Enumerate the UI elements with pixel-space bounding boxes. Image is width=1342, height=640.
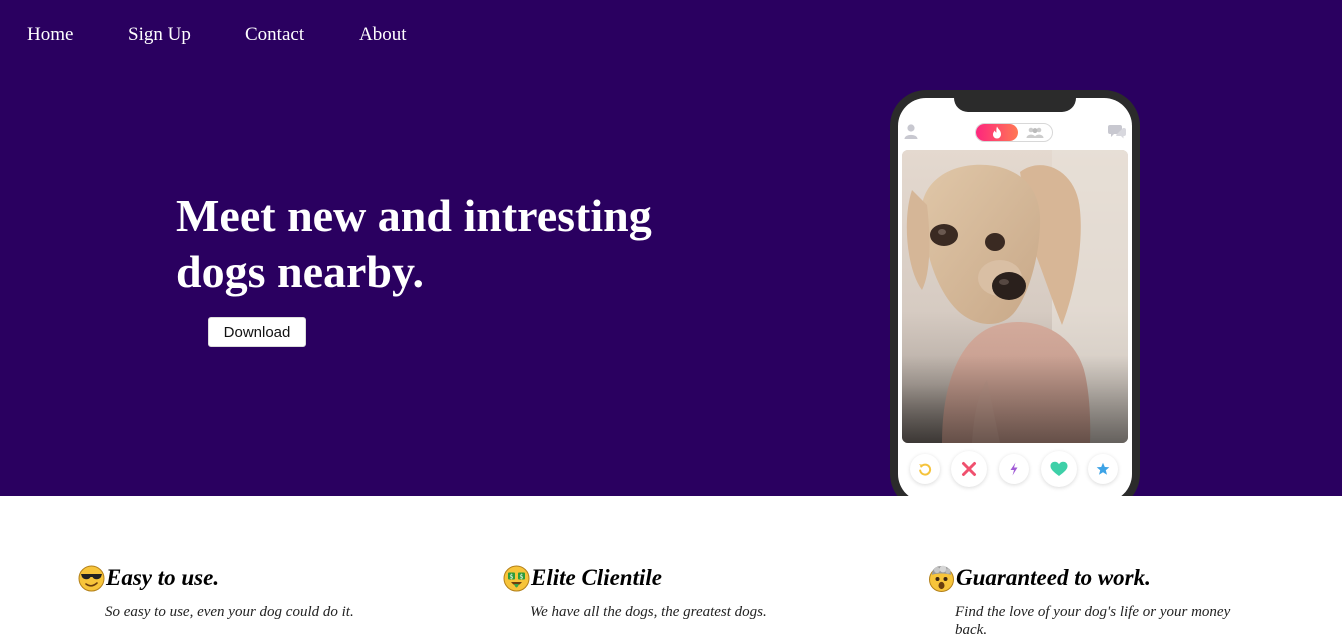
rewind-icon: [919, 463, 932, 476]
phone-mockup: [890, 90, 1140, 496]
money-face-emoji: $ $: [503, 565, 530, 592]
nav-sign-up[interactable]: Sign Up: [128, 24, 191, 46]
like-button[interactable]: [1041, 451, 1077, 487]
feature-text: We have all the dogs, the greatest dogs.: [530, 604, 767, 620]
mode-toggle: [975, 123, 1053, 142]
nope-button[interactable]: [951, 451, 987, 487]
people-icon: [1026, 127, 1044, 138]
phone-notch: [954, 98, 1076, 112]
svg-text:$: $: [509, 573, 513, 581]
feature-title: Easy to use.: [106, 565, 220, 590]
nav-contact[interactable]: Contact: [245, 24, 304, 46]
profile-icon: [904, 124, 918, 139]
dog-illustration: [902, 150, 1128, 443]
nav-home[interactable]: Home: [27, 24, 73, 46]
dog-photo[interactable]: [902, 150, 1128, 443]
superlike-button[interactable]: [1088, 454, 1118, 484]
feature-title: Elite Clientile: [531, 565, 662, 590]
feature-text: So easy to use, even your dog could do i…: [105, 604, 354, 620]
hero-headline: Meet new and intresting dogs nearby.: [176, 190, 652, 297]
like-icon: [1050, 461, 1068, 476]
cool-face-emoji: [78, 565, 105, 592]
hero-section: Home Sign Up Contact About Meet new and …: [0, 0, 1342, 496]
nav-about[interactable]: About: [359, 24, 407, 46]
nope-icon: [962, 462, 976, 476]
mind-blown-emoji: [929, 565, 954, 592]
download-button[interactable]: Download: [208, 317, 306, 347]
boost-button[interactable]: [999, 454, 1029, 484]
chat-icon: [1108, 125, 1126, 139]
boost-icon: [1010, 462, 1018, 476]
rewind-button[interactable]: [910, 454, 940, 484]
action-bar: [898, 450, 1132, 490]
phone-screen: [898, 98, 1132, 496]
svg-text:$: $: [519, 573, 523, 581]
superlike-icon: [1096, 462, 1110, 475]
feature-text: Find the love of your dog's life or your…: [955, 604, 1231, 638]
feature-title: Guaranteed to work.: [956, 565, 1151, 590]
flame-pill: [976, 124, 1018, 141]
flame-icon: [993, 126, 1001, 139]
app-top-bar: [898, 120, 1132, 146]
